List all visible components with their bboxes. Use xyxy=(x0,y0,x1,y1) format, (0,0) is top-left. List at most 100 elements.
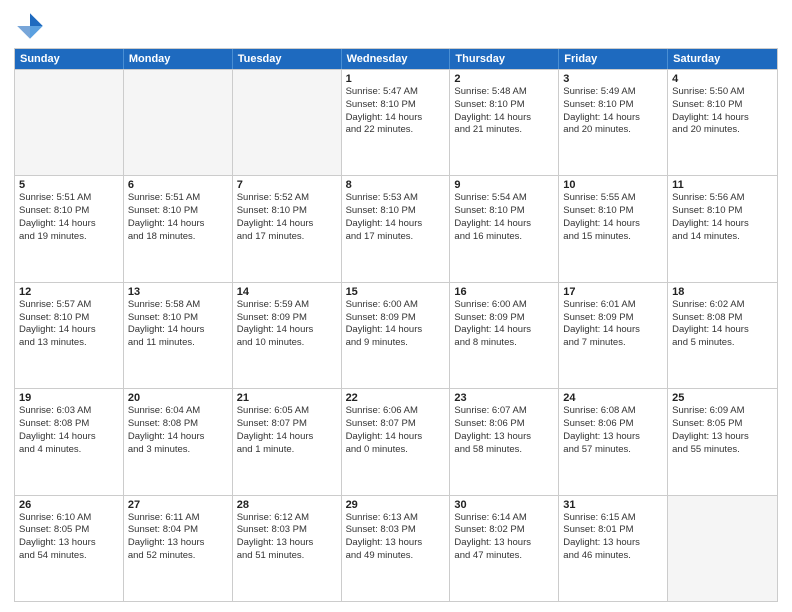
day-info: Sunrise: 6:00 AM Sunset: 8:09 PM Dayligh… xyxy=(454,299,554,350)
calendar-row-4: 19Sunrise: 6:03 AM Sunset: 8:08 PM Dayli… xyxy=(15,388,777,494)
calendar-row-1: 1Sunrise: 5:47 AM Sunset: 8:10 PM Daylig… xyxy=(15,69,777,175)
day-info: Sunrise: 6:02 AM Sunset: 8:08 PM Dayligh… xyxy=(672,299,773,350)
day-info: Sunrise: 5:52 AM Sunset: 8:10 PM Dayligh… xyxy=(237,192,337,243)
day-info: Sunrise: 6:01 AM Sunset: 8:09 PM Dayligh… xyxy=(563,299,663,350)
day-14: 14Sunrise: 5:59 AM Sunset: 8:09 PM Dayli… xyxy=(233,283,342,388)
day-16: 16Sunrise: 6:00 AM Sunset: 8:09 PM Dayli… xyxy=(450,283,559,388)
day-8: 8Sunrise: 5:53 AM Sunset: 8:10 PM Daylig… xyxy=(342,176,451,281)
day-info: Sunrise: 5:51 AM Sunset: 8:10 PM Dayligh… xyxy=(128,192,228,243)
day-info: Sunrise: 5:58 AM Sunset: 8:10 PM Dayligh… xyxy=(128,299,228,350)
weekday-header-monday: Monday xyxy=(124,49,233,69)
calendar-header: SundayMondayTuesdayWednesdayThursdayFrid… xyxy=(15,49,777,69)
calendar-row-5: 26Sunrise: 6:10 AM Sunset: 8:05 PM Dayli… xyxy=(15,495,777,601)
day-19: 19Sunrise: 6:03 AM Sunset: 8:08 PM Dayli… xyxy=(15,389,124,494)
day-number: 28 xyxy=(237,499,337,511)
day-info: Sunrise: 6:06 AM Sunset: 8:07 PM Dayligh… xyxy=(346,405,446,456)
day-9: 9Sunrise: 5:54 AM Sunset: 8:10 PM Daylig… xyxy=(450,176,559,281)
day-3: 3Sunrise: 5:49 AM Sunset: 8:10 PM Daylig… xyxy=(559,70,668,175)
day-31: 31Sunrise: 6:15 AM Sunset: 8:01 PM Dayli… xyxy=(559,496,668,601)
weekday-header-saturday: Saturday xyxy=(668,49,777,69)
day-number: 9 xyxy=(454,179,554,191)
day-2: 2Sunrise: 5:48 AM Sunset: 8:10 PM Daylig… xyxy=(450,70,559,175)
day-number: 5 xyxy=(19,179,119,191)
day-18: 18Sunrise: 6:02 AM Sunset: 8:08 PM Dayli… xyxy=(668,283,777,388)
day-13: 13Sunrise: 5:58 AM Sunset: 8:10 PM Dayli… xyxy=(124,283,233,388)
day-number: 25 xyxy=(672,392,773,404)
day-number: 15 xyxy=(346,286,446,298)
day-number: 4 xyxy=(672,73,773,85)
day-info: Sunrise: 6:07 AM Sunset: 8:06 PM Dayligh… xyxy=(454,405,554,456)
day-number: 6 xyxy=(128,179,228,191)
day-number: 31 xyxy=(563,499,663,511)
day-number: 24 xyxy=(563,392,663,404)
day-info: Sunrise: 5:56 AM Sunset: 8:10 PM Dayligh… xyxy=(672,192,773,243)
day-15: 15Sunrise: 6:00 AM Sunset: 8:09 PM Dayli… xyxy=(342,283,451,388)
day-info: Sunrise: 5:48 AM Sunset: 8:10 PM Dayligh… xyxy=(454,86,554,137)
day-number: 11 xyxy=(672,179,773,191)
day-number: 2 xyxy=(454,73,554,85)
day-12: 12Sunrise: 5:57 AM Sunset: 8:10 PM Dayli… xyxy=(15,283,124,388)
day-number: 23 xyxy=(454,392,554,404)
empty-cell xyxy=(15,70,124,175)
weekday-header-thursday: Thursday xyxy=(450,49,559,69)
calendar: SundayMondayTuesdayWednesdayThursdayFrid… xyxy=(14,48,778,602)
day-info: Sunrise: 6:15 AM Sunset: 8:01 PM Dayligh… xyxy=(563,512,663,563)
day-info: Sunrise: 6:04 AM Sunset: 8:08 PM Dayligh… xyxy=(128,405,228,456)
day-7: 7Sunrise: 5:52 AM Sunset: 8:10 PM Daylig… xyxy=(233,176,342,281)
day-11: 11Sunrise: 5:56 AM Sunset: 8:10 PM Dayli… xyxy=(668,176,777,281)
day-info: Sunrise: 5:47 AM Sunset: 8:10 PM Dayligh… xyxy=(346,86,446,137)
day-28: 28Sunrise: 6:12 AM Sunset: 8:03 PM Dayli… xyxy=(233,496,342,601)
weekday-header-sunday: Sunday xyxy=(15,49,124,69)
day-6: 6Sunrise: 5:51 AM Sunset: 8:10 PM Daylig… xyxy=(124,176,233,281)
empty-cell xyxy=(668,496,777,601)
header xyxy=(14,10,778,42)
day-info: Sunrise: 6:00 AM Sunset: 8:09 PM Dayligh… xyxy=(346,299,446,350)
calendar-row-2: 5 Sunrise: 5:51 AM Sunset: 8:10 PM Daylig… xyxy=(15,175,777,281)
day-info: Sunrise: 5:49 AM Sunset: 8:10 PM Dayligh… xyxy=(563,86,663,137)
weekday-header-wednesday: Wednesday xyxy=(342,49,451,69)
day-number: 17 xyxy=(563,286,663,298)
day-5: 5Sunrise: 5:51 AM Sunset: 8:10 PM Daylig… xyxy=(15,176,124,281)
calendar-row-3: 12Sunrise: 5:57 AM Sunset: 8:10 PM Dayli… xyxy=(15,282,777,388)
day-29: 29Sunrise: 6:13 AM Sunset: 8:03 PM Dayli… xyxy=(342,496,451,601)
page: SundayMondayTuesdayWednesdayThursdayFrid… xyxy=(0,0,792,612)
day-number: 29 xyxy=(346,499,446,511)
day-info: Sunrise: 6:09 AM Sunset: 8:05 PM Dayligh… xyxy=(672,405,773,456)
day-25: 25Sunrise: 6:09 AM Sunset: 8:05 PM Dayli… xyxy=(668,389,777,494)
day-4: 4Sunrise: 5:50 AM Sunset: 8:10 PM Daylig… xyxy=(668,70,777,175)
day-17: 17Sunrise: 6:01 AM Sunset: 8:09 PM Dayli… xyxy=(559,283,668,388)
day-number: 27 xyxy=(128,499,228,511)
day-23: 23Sunrise: 6:07 AM Sunset: 8:06 PM Dayli… xyxy=(450,389,559,494)
weekday-header-tuesday: Tuesday xyxy=(233,49,342,69)
day-info: Sunrise: 6:03 AM Sunset: 8:08 PM Dayligh… xyxy=(19,405,119,456)
logo-icon xyxy=(14,10,46,42)
empty-cell xyxy=(124,70,233,175)
day-info: Sunrise: 5:50 AM Sunset: 8:10 PM Dayligh… xyxy=(672,86,773,137)
day-number: 21 xyxy=(237,392,337,404)
day-22: 22Sunrise: 6:06 AM Sunset: 8:07 PM Dayli… xyxy=(342,389,451,494)
day-number: 3 xyxy=(563,73,663,85)
day-26: 26Sunrise: 6:10 AM Sunset: 8:05 PM Dayli… xyxy=(15,496,124,601)
day-number: 20 xyxy=(128,392,228,404)
day-number: 12 xyxy=(19,286,119,298)
day-number: 8 xyxy=(346,179,446,191)
day-info: Sunrise: 5:54 AM Sunset: 8:10 PM Dayligh… xyxy=(454,192,554,243)
day-info: Sunrise: 6:14 AM Sunset: 8:02 PM Dayligh… xyxy=(454,512,554,563)
day-number: 7 xyxy=(237,179,337,191)
day-1: 1Sunrise: 5:47 AM Sunset: 8:10 PM Daylig… xyxy=(342,70,451,175)
day-info: Sunrise: 5:55 AM Sunset: 8:10 PM Dayligh… xyxy=(563,192,663,243)
calendar-body: 1Sunrise: 5:47 AM Sunset: 8:10 PM Daylig… xyxy=(15,69,777,601)
logo xyxy=(14,10,50,42)
day-number: 1 xyxy=(346,73,446,85)
empty-cell xyxy=(233,70,342,175)
day-number: 13 xyxy=(128,286,228,298)
day-info: Sunrise: 6:05 AM Sunset: 8:07 PM Dayligh… xyxy=(237,405,337,456)
day-27: 27Sunrise: 6:11 AM Sunset: 8:04 PM Dayli… xyxy=(124,496,233,601)
day-info: Sunrise: 6:08 AM Sunset: 8:06 PM Dayligh… xyxy=(563,405,663,456)
day-number: 14 xyxy=(237,286,337,298)
day-number: 22 xyxy=(346,392,446,404)
day-info: Sunrise: 5:57 AM Sunset: 8:10 PM Dayligh… xyxy=(19,299,119,350)
day-number: 10 xyxy=(563,179,663,191)
day-info: Sunrise: 5:59 AM Sunset: 8:09 PM Dayligh… xyxy=(237,299,337,350)
day-number: 30 xyxy=(454,499,554,511)
